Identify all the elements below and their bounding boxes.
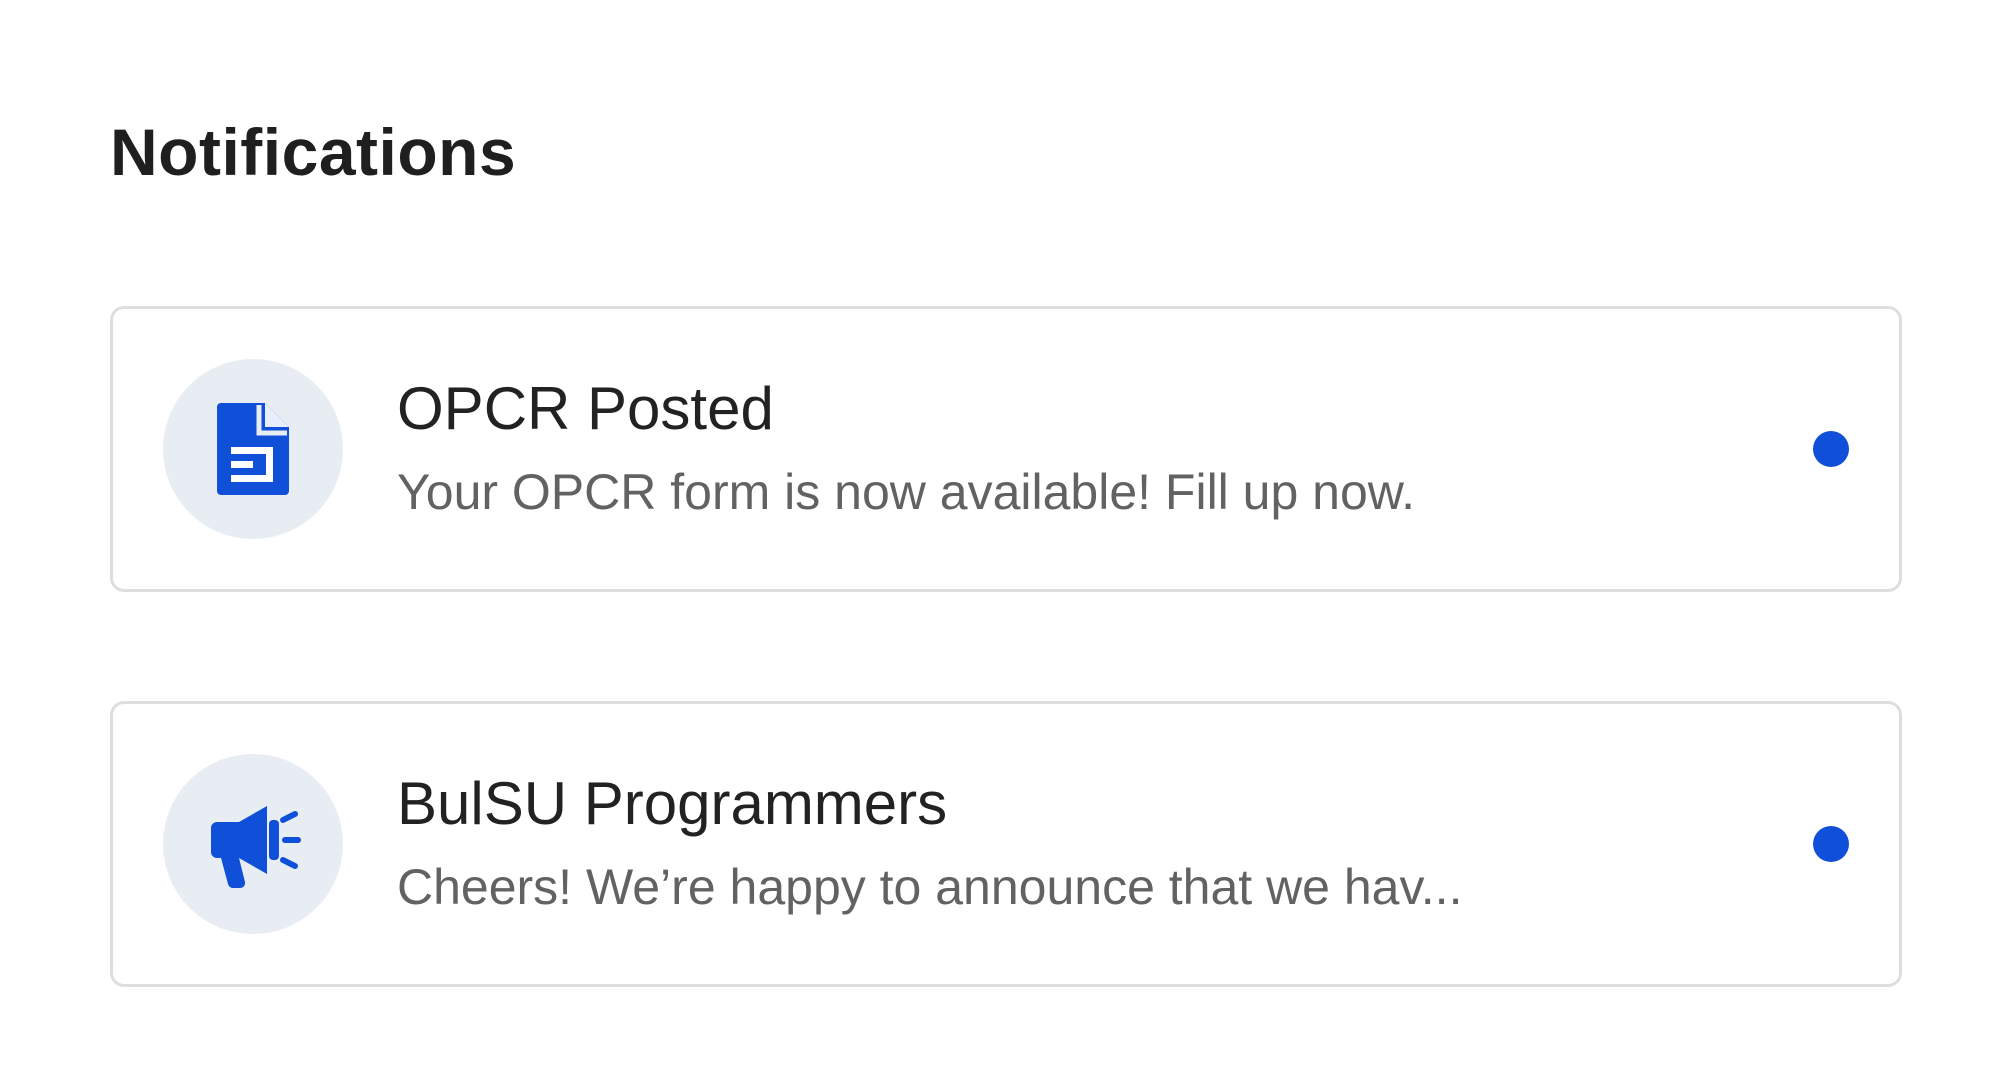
unread-indicator: [1813, 826, 1849, 862]
notification-message: Cheers! We’re happy to announce that we …: [397, 859, 1463, 915]
notification-icon-container: [163, 754, 343, 934]
notification-icon-container: [163, 359, 343, 539]
page-title: Notifications: [110, 115, 517, 189]
notification-title: BulSU Programmers: [397, 770, 948, 837]
notification-message: Your OPCR form is now available! Fill up…: [397, 464, 1416, 520]
notification-item-bulsu-programmers[interactable]: BulSU Programmers Cheers! We’re happy to…: [110, 701, 1902, 987]
notification-item-opcr-posted[interactable]: OPCR Posted Your OPCR form is now availa…: [110, 306, 1902, 592]
notification-content: OPCR Posted Your OPCR form is now availa…: [397, 371, 1779, 525]
megaphone-icon: [211, 806, 301, 889]
unread-indicator: [1813, 431, 1849, 467]
document-icon: [217, 403, 289, 495]
notification-title: OPCR Posted: [397, 375, 774, 442]
notification-list: OPCR Posted Your OPCR form is now availa…: [110, 306, 1902, 987]
notification-content: BulSU Programmers Cheers! We’re happy to…: [397, 766, 1779, 920]
